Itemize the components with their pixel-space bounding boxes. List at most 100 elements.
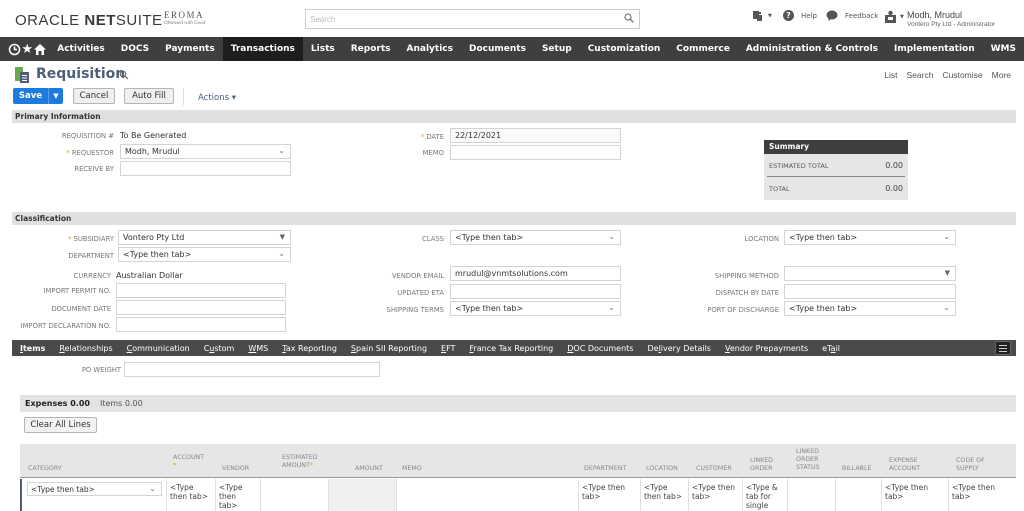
document-date-field[interactable] (116, 300, 286, 315)
col-expense-account[interactable]: EXPENSE ACCOUNT (889, 457, 929, 473)
actions-menu[interactable]: Actions ▾ (198, 93, 236, 103)
double-chevron-icon[interactable]: ⌄ (149, 484, 156, 493)
list-link[interactable]: List (884, 70, 897, 80)
save-dropdown-icon[interactable]: ▼ (48, 88, 63, 104)
role-menu-button[interactable]: ▼ (884, 10, 904, 23)
location-cell[interactable]: <Type then tab> (640, 479, 688, 511)
date-field[interactable]: 22/12/2021 (450, 128, 621, 143)
import-declaration-field[interactable] (116, 317, 286, 332)
subsidiary-select[interactable]: Vontero Pty Ltd ▼ (118, 230, 291, 245)
subtab-tax-reporting[interactable]: Tax Reporting (275, 344, 344, 353)
user-name[interactable]: Modh, Mrudul (907, 10, 962, 20)
subtab-eft[interactable]: EFT (434, 344, 462, 353)
department-cell[interactable]: <Type then tab> (578, 479, 640, 511)
home-icon[interactable] (33, 37, 47, 61)
oracle-netsuite-logo[interactable]: ORACLE NETSUITE (15, 12, 163, 29)
subtab-menu-icon[interactable] (995, 341, 1011, 355)
nav-lists[interactable]: Lists (303, 37, 343, 61)
items-tab[interactable]: Items 0.00 (100, 399, 143, 408)
subtab-custom[interactable]: Custom (197, 344, 242, 353)
subtab-communication[interactable]: Communication (120, 344, 197, 353)
billable-cell[interactable] (835, 479, 881, 511)
double-chevron-icon[interactable]: ⌄ (608, 232, 615, 241)
expense-account-cell[interactable]: <Type then tab> (881, 479, 948, 511)
col-customer[interactable]: CUSTOMER (696, 465, 732, 473)
nav-payments[interactable]: Payments (157, 37, 223, 61)
class-field[interactable]: <Type then tab> ⌄ (450, 230, 621, 245)
nav-setup[interactable]: Setup (534, 37, 580, 61)
nav-customization[interactable]: Customization (580, 37, 669, 61)
feedback-link[interactable]: Feedback (826, 10, 878, 21)
nav-reports[interactable]: Reports (343, 37, 399, 61)
category-field[interactable]: <Type then tab> ⌄ (27, 482, 162, 496)
classification-header[interactable]: Classification (12, 212, 1016, 225)
dropdown-arrow-icon[interactable]: ▼ (280, 233, 285, 241)
save-button[interactable]: Save ▼ (13, 88, 63, 104)
memo-cell[interactable] (396, 479, 578, 511)
double-chevron-icon[interactable]: ⌄ (943, 303, 950, 312)
location-field[interactable]: <Type then tab> ⌄ (784, 230, 956, 245)
more-link[interactable]: More (992, 70, 1011, 80)
recent-records-button[interactable]: ▼ (752, 10, 772, 22)
search-icon[interactable] (119, 70, 129, 80)
col-account[interactable]: ACCOUNT * (173, 454, 204, 470)
auto-fill-button[interactable]: Auto Fill (124, 88, 174, 104)
nav-analytics[interactable]: Analytics (399, 37, 461, 61)
clear-all-lines-button[interactable]: Clear All Lines (24, 417, 97, 433)
dispatch-by-date-field[interactable] (784, 284, 956, 299)
recent-records-icon[interactable] (8, 37, 21, 61)
favorites-star-icon[interactable]: ★ (21, 37, 33, 61)
col-vendor[interactable]: VENDOR (222, 465, 249, 473)
double-chevron-icon[interactable]: ⌄ (278, 146, 285, 155)
vendor-email-field[interactable]: mrudul@vnmtsolutions.com (450, 266, 621, 281)
customer-cell[interactable]: <Type then tab> (688, 479, 742, 511)
nav-activities[interactable]: Activities (49, 37, 113, 61)
nav-documents[interactable]: Documents (461, 37, 534, 61)
help-link[interactable]: ? Help (783, 10, 817, 21)
port-of-discharge-field[interactable]: <Type then tab> ⌄ (784, 301, 956, 316)
account-cell[interactable]: <Type then tab> (166, 479, 215, 511)
linked-order-cell[interactable]: <Type & tab for single (742, 479, 787, 511)
nav-implementation[interactable]: Implementation (886, 37, 983, 61)
vendor-cell[interactable]: <Type then tab> (215, 479, 260, 511)
po-weight-field[interactable] (124, 362, 380, 377)
col-category[interactable]: CATEGORY (28, 465, 62, 473)
memo-field[interactable] (450, 145, 621, 160)
subtab-doc-documents[interactable]: DOC Documents (560, 344, 640, 353)
dropdown-arrow-icon[interactable]: ▼ (945, 269, 950, 277)
double-chevron-icon[interactable]: ⌄ (608, 303, 615, 312)
nav-transactions[interactable]: Transactions (222, 37, 303, 61)
primary-information-header[interactable]: Primary Information (12, 110, 1016, 123)
requestor-field[interactable]: Modh, Mrudul ⌄ (120, 144, 291, 159)
col-memo[interactable]: MEMO (402, 465, 422, 473)
nav-commerce[interactable]: Commerce (668, 37, 738, 61)
expenses-tab[interactable]: Expenses 0.00 (25, 399, 90, 408)
search-link[interactable]: Search (907, 70, 934, 80)
subtab-items[interactable]: Items (13, 344, 52, 353)
subtab-wms[interactable]: WMS (241, 344, 275, 353)
col-linked-order[interactable]: LINKED ORDER (750, 457, 780, 473)
col-code-of-supply[interactable]: CODE OF SUPPLY (956, 457, 996, 473)
col-billable[interactable]: BILLABLE (842, 465, 871, 473)
search-icon[interactable] (624, 13, 634, 23)
global-search-input[interactable]: Search (305, 9, 640, 29)
subtab-vendor-prepayments[interactable]: Vendor Prepayments (718, 344, 815, 353)
cancel-button[interactable]: Cancel (73, 88, 115, 104)
import-permit-field[interactable] (116, 283, 286, 298)
col-linked-order-status[interactable]: LINKED ORDER STATUS (796, 448, 830, 472)
customise-link[interactable]: Customise (942, 70, 982, 80)
estimated-amount-cell[interactable] (260, 479, 328, 511)
nav-more-button[interactable]: ... (994, 37, 1004, 59)
code-of-supply-cell[interactable]: <Type then tab> (948, 479, 1018, 511)
shipping-method-select[interactable]: ▼ (784, 266, 956, 281)
department-field[interactable]: <Type then tab> ⌄ (118, 247, 291, 262)
updated-eta-field[interactable] (450, 284, 621, 299)
col-location[interactable]: LOCATION (646, 465, 678, 473)
nav-administration-controls[interactable]: Administration & Controls (738, 37, 886, 61)
double-chevron-icon[interactable]: ⌄ (278, 249, 285, 258)
subtab-france-tax-reporting[interactable]: France Tax Reporting (462, 344, 560, 353)
subtab-delivery-details[interactable]: Delivery Details (640, 344, 718, 353)
col-department[interactable]: DEPARTMENT (584, 465, 626, 473)
col-amount[interactable]: AMOUNT (355, 465, 383, 473)
receive-by-field[interactable] (120, 161, 291, 176)
